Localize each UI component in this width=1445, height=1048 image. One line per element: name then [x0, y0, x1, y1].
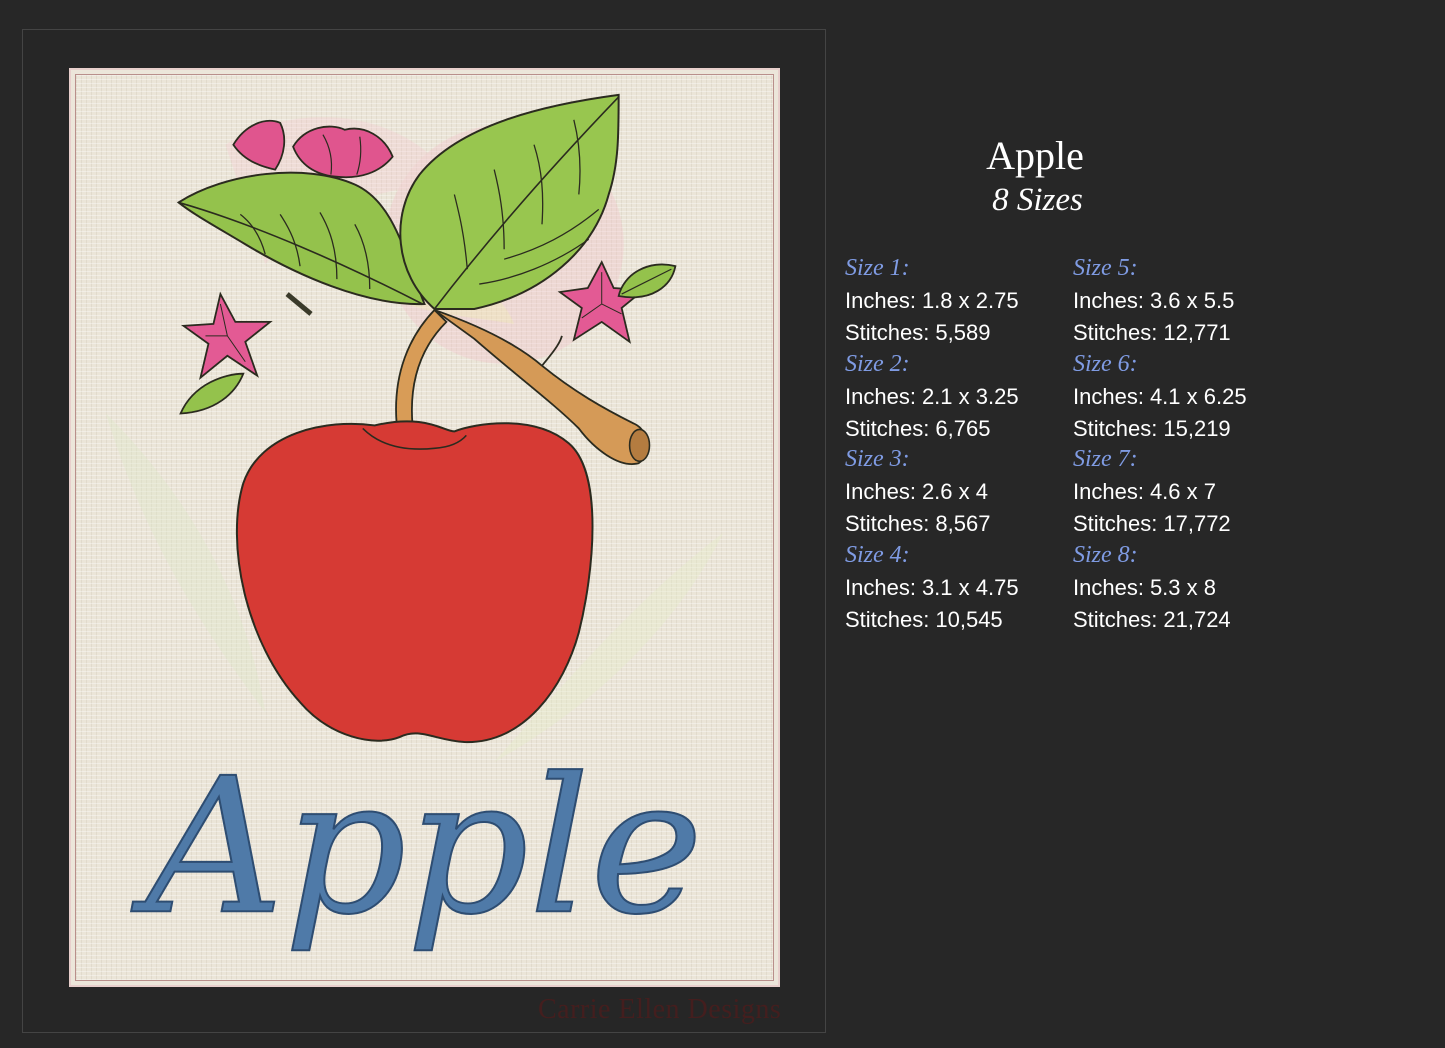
size-inches: Inches: 2.6 x 4 [845, 479, 988, 504]
size-stitches: Stitches: 12,771 [1073, 320, 1231, 345]
sizes-subtitle: 8 Sizes [992, 182, 1083, 218]
embroidery-artwork: Apple [105, 93, 724, 957]
size-stitches: Stitches: 15,219 [1073, 415, 1231, 441]
embroidered-word: Apple [130, 738, 703, 956]
size-stitches: Stitches: 10,545 [845, 606, 1003, 632]
size-inches: Inches: 4.1 x 6.25 [1073, 383, 1247, 409]
size-block-8: Size 8: Inches: 5.3 x 8 Stitches: 21,724 [1073, 539, 1301, 635]
size-label: Size 5: [1073, 255, 1138, 281]
apple-body [235, 420, 594, 744]
size-inches: Inches: 5.3 x 8 [1073, 574, 1216, 600]
size-inches: Inches: 3.6 x 5.5 [1073, 288, 1235, 313]
size-stitches: Stitches: 17,772 [1073, 511, 1231, 536]
size-inches: Inches: 3.1 x 4.75 [845, 574, 1019, 600]
size-label: Size 2: [845, 350, 910, 377]
size-block-5: Size 5: Inches: 3.6 x 5.5 Stitches: 12,771 [1073, 252, 1301, 348]
size-block-3: Size 3: Inches: 2.6 x 4 Stitches: 8,567 [845, 443, 1073, 539]
watermark: Carrie Ellen Designs [538, 994, 782, 1025]
size-label: Size 1: [845, 255, 910, 281]
size-block-4: Size 4: Inches: 3.1 x 4.75 Stitches: 10,54… [845, 539, 1073, 635]
size-stitches: Stitches: 8,567 [845, 511, 991, 536]
size-block-2: Size 2: Inches: 2.1 x 3.25 Stitches: 6,765 [845, 348, 1073, 444]
size-block-1: Size 1: Inches: 1.8 x 2.75 Stitches: 5,589 [845, 252, 1073, 348]
size-label: Size 6: [1073, 350, 1138, 377]
size-inches: Inches: 4.6 x 7 [1073, 479, 1216, 504]
size-block-7: Size 7: Inches: 4.6 x 7 Stitches: 17,772 [1073, 443, 1301, 539]
size-stitches: Stitches: 21,724 [1073, 606, 1231, 632]
embroidery-design-card: Apple [69, 68, 780, 987]
sizes-grid: Size 1: Inches: 1.8 x 2.75 Stitches: 5,589… [845, 252, 1305, 634]
design-title: Apple [986, 133, 1084, 178]
size-label: Size 3: [845, 446, 910, 472]
size-stitches: Stitches: 5,589 [845, 320, 991, 345]
size-label: Size 7: [1073, 446, 1138, 472]
size-inches: Inches: 1.8 x 2.75 [845, 288, 1019, 313]
linen-background: Apple [75, 74, 774, 981]
left-flower [179, 291, 313, 415]
size-inches: Inches: 2.1 x 3.25 [845, 383, 1019, 409]
size-label: Size 4: [845, 541, 910, 568]
left-leaf [176, 171, 426, 305]
size-label: Size 8: [1073, 541, 1138, 568]
size-block-6: Size 6: Inches: 4.1 x 6.25 Stitches: 15,21… [1073, 348, 1301, 444]
size-stitches: Stitches: 6,765 [845, 415, 991, 441]
